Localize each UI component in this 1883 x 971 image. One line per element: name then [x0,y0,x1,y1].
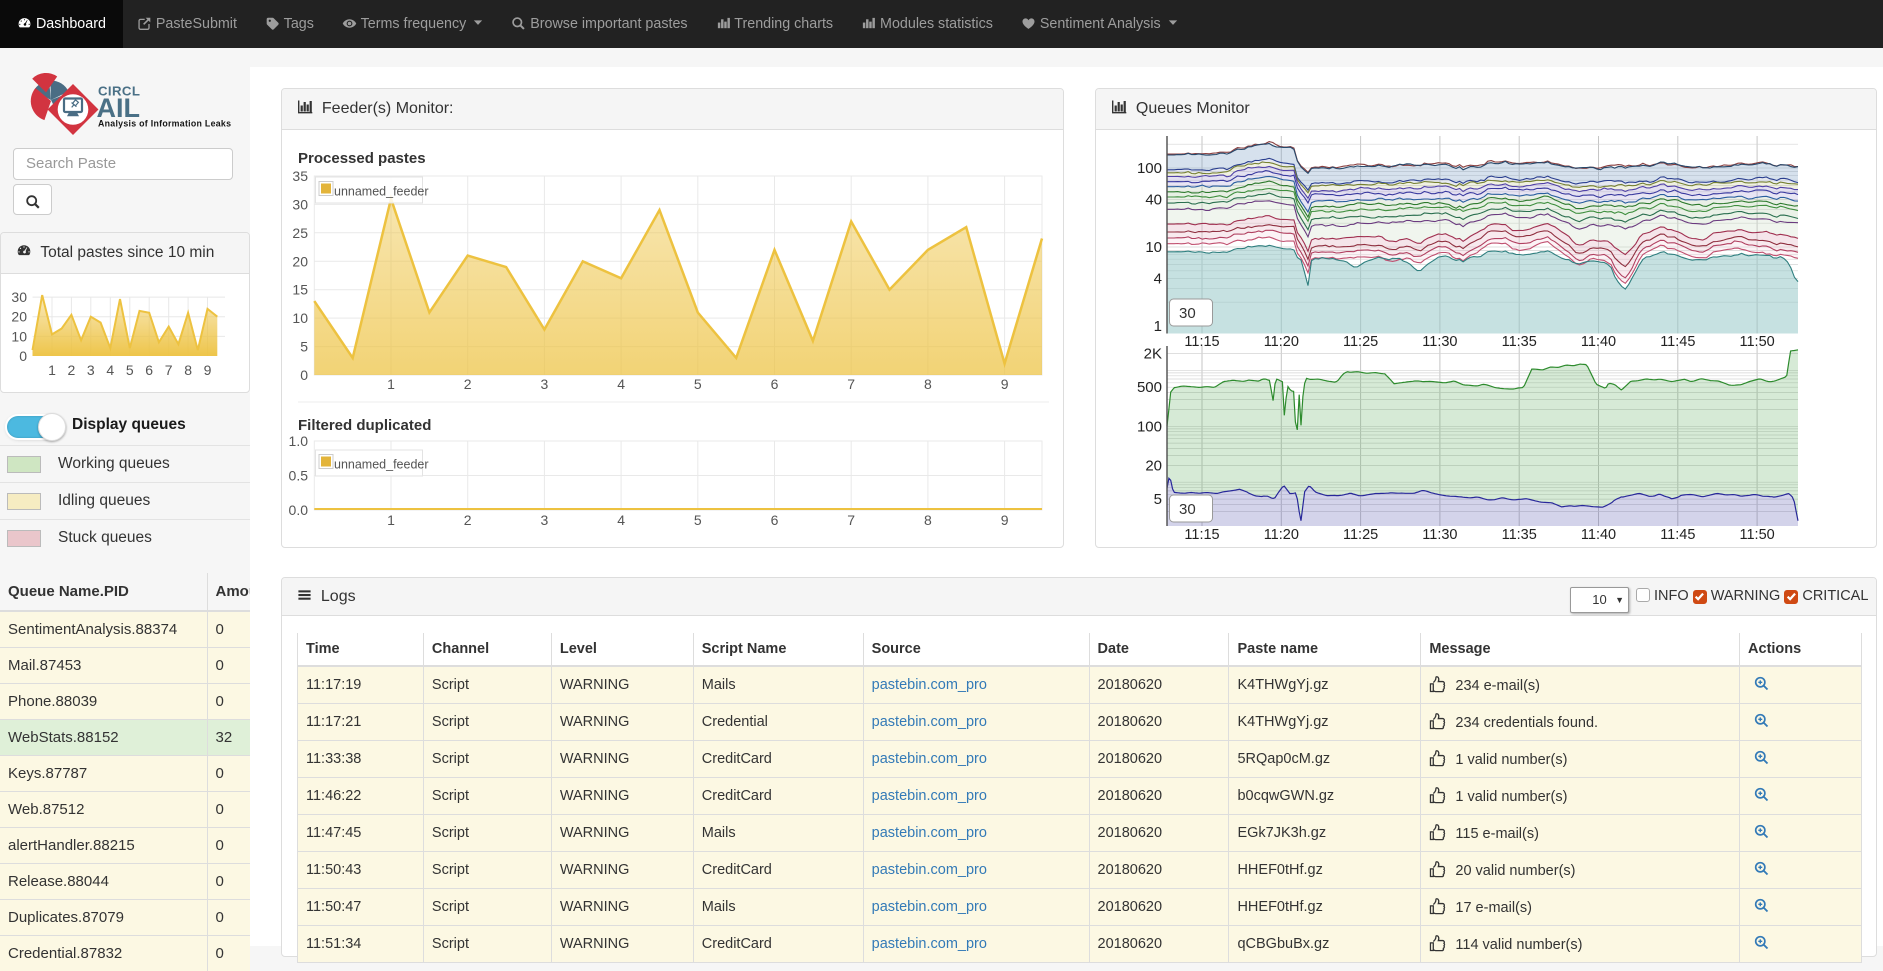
svg-text:11:40: 11:40 [1581,334,1616,350]
svg-text:2: 2 [464,512,472,528]
svg-text:9: 9 [204,362,212,378]
svg-text:11:20: 11:20 [1264,527,1299,543]
svg-text:10: 10 [11,328,27,344]
svg-text:11:30: 11:30 [1422,527,1457,543]
svg-text:0: 0 [300,367,308,383]
svg-text:6: 6 [771,376,779,392]
svg-text:30: 30 [1179,305,1196,322]
svg-text:0: 0 [19,348,27,364]
svg-text:30: 30 [11,289,27,305]
svg-text:10: 10 [1145,239,1162,256]
svg-text:Processed pastes: Processed pastes [298,150,426,167]
svg-text:8: 8 [924,376,932,392]
svg-text:20: 20 [292,253,308,269]
svg-text:11:45: 11:45 [1660,334,1695,350]
svg-text:1: 1 [387,376,395,392]
svg-text:5: 5 [1154,491,1162,508]
svg-text:30: 30 [292,196,308,212]
svg-text:7: 7 [847,376,855,392]
svg-text:7: 7 [847,512,855,528]
svg-text:4: 4 [617,512,625,528]
svg-text:2: 2 [68,362,76,378]
svg-text:5: 5 [126,362,134,378]
svg-text:unnamed_feeder: unnamed_feeder [334,458,429,472]
svg-text:0.5: 0.5 [289,468,309,484]
svg-text:2K: 2K [1144,346,1162,363]
svg-text:100: 100 [1137,418,1162,435]
svg-text:5: 5 [300,339,308,355]
svg-text:9: 9 [1001,512,1009,528]
svg-text:1: 1 [1154,318,1162,335]
svg-text:20: 20 [1145,457,1162,474]
svg-text:1: 1 [48,362,56,378]
svg-text:11:20: 11:20 [1264,334,1299,350]
svg-text:15: 15 [292,282,308,298]
svg-text:100: 100 [1137,160,1162,177]
svg-text:25: 25 [292,225,308,241]
svg-text:40: 40 [1145,191,1162,208]
svg-text:11:35: 11:35 [1502,527,1537,543]
svg-text:2: 2 [464,376,472,392]
svg-text:11:15: 11:15 [1184,334,1219,350]
svg-text:5: 5 [694,512,702,528]
svg-text:Filtered duplicated: Filtered duplicated [298,417,431,434]
svg-text:7: 7 [165,362,173,378]
svg-text:1.0: 1.0 [289,433,309,449]
svg-text:11:40: 11:40 [1581,527,1616,543]
svg-text:4: 4 [617,376,625,392]
svg-text:8: 8 [184,362,192,378]
svg-text:30: 30 [1179,501,1196,518]
svg-text:3: 3 [541,512,549,528]
svg-text:35: 35 [292,168,308,184]
svg-text:10: 10 [292,310,308,326]
svg-text:3: 3 [541,376,549,392]
svg-text:11:35: 11:35 [1502,334,1537,350]
svg-text:11:45: 11:45 [1660,527,1695,543]
svg-text:unnamed_feeder: unnamed_feeder [334,185,429,199]
svg-text:8: 8 [924,512,932,528]
svg-text:11:50: 11:50 [1739,334,1774,350]
svg-text:1: 1 [387,512,395,528]
svg-text:4: 4 [106,362,114,378]
svg-text:11:25: 11:25 [1343,334,1378,350]
svg-text:20: 20 [11,309,27,325]
svg-text:6: 6 [771,512,779,528]
svg-text:0.0: 0.0 [289,502,309,518]
svg-text:5: 5 [694,376,702,392]
svg-text:11:50: 11:50 [1739,527,1774,543]
svg-text:11:25: 11:25 [1343,527,1378,543]
svg-text:500: 500 [1137,379,1162,396]
svg-text:11:15: 11:15 [1184,527,1219,543]
svg-text:3: 3 [87,362,95,378]
svg-text:4: 4 [1154,270,1162,287]
svg-text:9: 9 [1001,376,1009,392]
svg-text:6: 6 [145,362,153,378]
svg-text:11:30: 11:30 [1422,334,1457,350]
